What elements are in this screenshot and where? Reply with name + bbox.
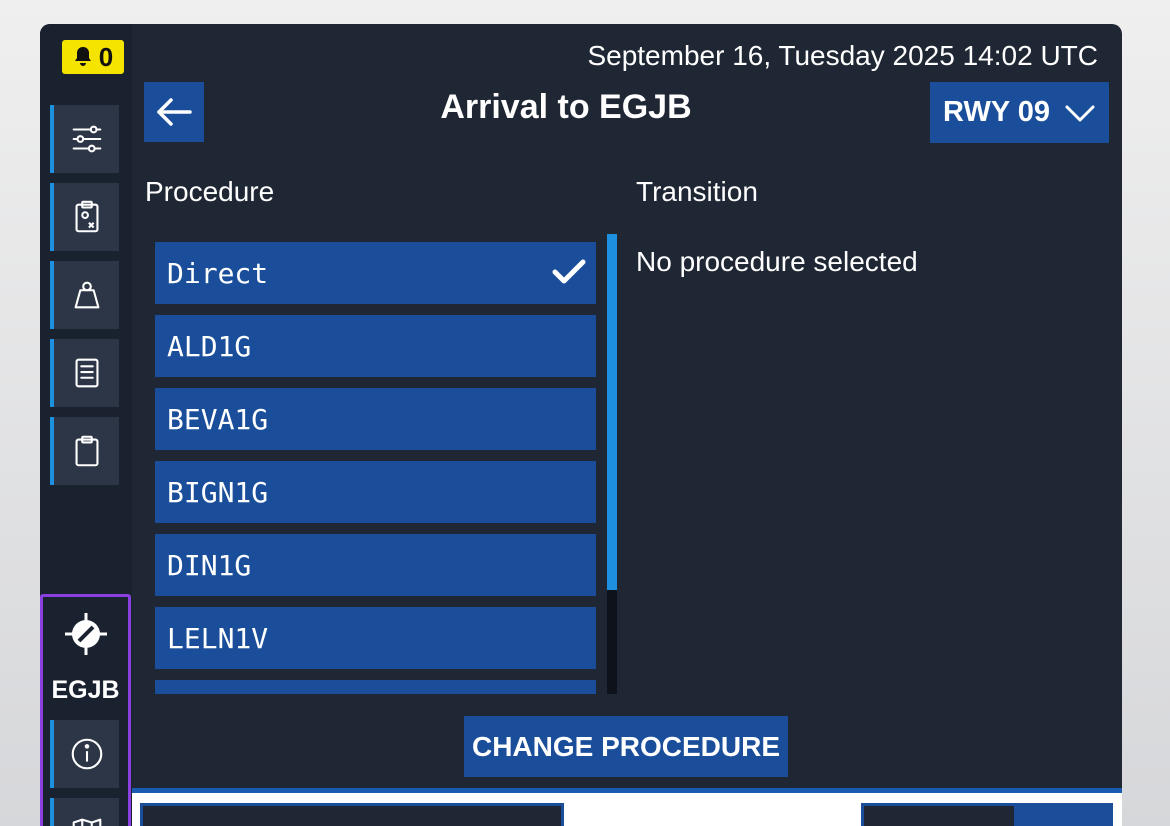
procedure-name: ALD1G	[167, 329, 252, 363]
sidebar-item-checklist[interactable]	[50, 183, 119, 251]
back-button[interactable]	[144, 82, 204, 142]
transition-empty-text: No procedure selected	[636, 246, 918, 277]
map-overlay-panel-right-accent	[1014, 806, 1110, 826]
airport-code: EGJB	[51, 676, 120, 704]
change-procedure-button[interactable]: CHANGE PROCEDURE	[464, 716, 788, 777]
procedure-name: DIN1G	[167, 548, 252, 582]
scrollbar-thumb[interactable]	[607, 234, 617, 590]
airport-icon[interactable]	[63, 611, 109, 657]
sidebar: 0 EGJB	[40, 24, 132, 826]
procedure-name: Direct	[167, 256, 269, 290]
runway-dropdown[interactable]: RWY 09	[930, 82, 1109, 143]
map-overlay-panel-right[interactable]	[861, 803, 1113, 826]
clipboard-x-icon	[75, 200, 98, 233]
bell-icon	[74, 47, 91, 66]
procedure-name: LELN1V	[167, 621, 269, 655]
notification-count: 0	[98, 41, 114, 72]
list-item[interactable]: Direct	[155, 242, 596, 304]
list-item[interactable]: DIN1G	[155, 534, 596, 596]
sidebar-item-clipboard[interactable]	[50, 417, 119, 485]
sidebar-item-settings[interactable]	[50, 105, 119, 173]
procedure-name: BIGN1G	[167, 475, 269, 509]
list-item-partial[interactable]	[155, 680, 596, 694]
procedure-label: Procedure	[145, 176, 275, 207]
page-title: Arrival to EGJB	[440, 88, 692, 126]
document-list-icon	[75, 358, 98, 388]
map-view[interactable]	[132, 788, 1122, 826]
procedure-list: Direct ALD1G BEVA1G BIGN1G DIN1G LELN1V	[155, 242, 597, 694]
app-screen: 0 EGJB September 16, Tuesday 2025 14:02 …	[40, 24, 1122, 826]
checkmark-icon	[552, 259, 586, 284]
list-item[interactable]: LELN1V	[155, 607, 596, 669]
sidebar-item-weight[interactable]	[50, 261, 119, 329]
runway-label: RWY 09	[943, 96, 1050, 128]
transition-label: Transition	[636, 176, 758, 207]
sidebar-item-documents[interactable]	[50, 339, 119, 407]
info-icon	[71, 738, 102, 770]
weight-icon	[74, 281, 99, 309]
chevron-down-icon	[1065, 105, 1095, 121]
list-item[interactable]: ALD1G	[155, 315, 596, 377]
notification-badge[interactable]: 0	[62, 40, 124, 74]
arrow-left-icon	[157, 98, 192, 126]
map-icon	[72, 818, 101, 826]
airport-info-button[interactable]	[50, 720, 119, 788]
map-overlay-panel-left[interactable]	[140, 803, 564, 826]
airport-panel: EGJB	[40, 594, 131, 826]
clipboard-icon	[75, 435, 98, 467]
airport-map-button[interactable]	[50, 798, 119, 826]
list-item[interactable]: BEVA1G	[155, 388, 596, 450]
sliders-icon	[72, 125, 101, 153]
list-item[interactable]: BIGN1G	[155, 461, 596, 523]
datetime: September 16, Tuesday 2025 14:02 UTC	[587, 40, 1098, 71]
procedure-name: BEVA1G	[167, 402, 269, 436]
